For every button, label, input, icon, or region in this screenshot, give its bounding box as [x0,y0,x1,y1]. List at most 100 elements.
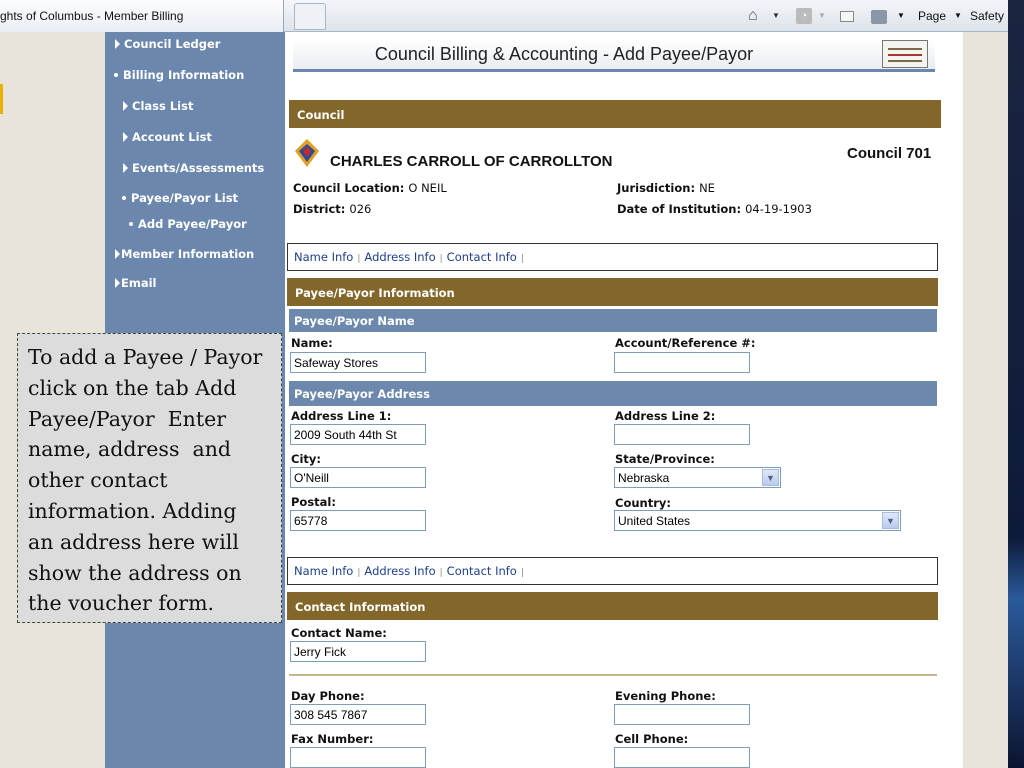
bullet-icon [114,73,118,77]
tab-contact-info[interactable]: Contact Info [447,250,517,264]
callout-line: other contact [28,468,168,493]
jurisdiction-label: Jurisdiction: NE [617,181,715,195]
chevron-down-icon[interactable]: ▼ [882,512,899,529]
council-section-header: Council [289,100,941,128]
council-number: Council 701 [847,145,932,162]
sidebar-item-member-information[interactable]: Member Information [115,247,254,261]
jurisdiction-value: NE [699,181,715,195]
account-reference-label: Account/Reference #: [615,336,756,350]
edge-accent [0,84,3,114]
country-select[interactable]: United States ▼ [614,510,901,531]
section-tab-nav: Name Info | Address Info | Contact Info | [287,243,938,271]
callout-line: the voucher form. [28,591,215,616]
sidebar-item-billing-information[interactable]: Billing Information [114,68,244,82]
browser-toolbar: ghts of Columbus - Member Billing ⌂ ▼ ◔ … [0,0,1008,32]
callout-line: information. Adding [28,498,237,523]
sidebar-item-council-ledger[interactable]: Council Ledger [115,37,220,51]
callout-line: an address here will [28,529,239,554]
section-tab-nav-2: Name Info | Address Info | Contact Info | [287,557,938,585]
page-title: Council Billing & Accounting - Add Payee… [374,44,754,64]
feeds-icon[interactable]: ◔ [796,8,812,24]
evening-phone-label: Evening Phone: [615,689,716,703]
institution-date-value: 04-19-1903 [745,202,812,216]
divider [289,674,937,676]
home-dropdown-icon[interactable]: ▼ [772,5,780,27]
arrow-right-icon [115,249,120,259]
callout-line: Payee/Payor Enter [28,406,227,431]
browser-tab[interactable]: ghts of Columbus - Member Billing [0,0,284,32]
arrow-right-icon [123,163,128,173]
state-province-select[interactable]: Nebraska ▼ [614,467,781,488]
council-emblem-icon [295,139,319,167]
tab-contact-info[interactable]: Contact Info [447,564,517,578]
payee-name-subheader: Payee/Payor Name [289,309,937,332]
mail-icon[interactable] [840,11,854,22]
payee-section-header: Payee/Payor Information [287,278,938,306]
new-tab-button[interactable] [294,3,326,30]
cell-phone-label: Cell Phone: [615,732,689,746]
fax-number-input[interactable] [290,747,426,768]
page-header: Council Billing & Accounting - Add Payee… [293,40,935,72]
arrow-right-icon [115,39,120,49]
city-input[interactable]: O'Neill [290,467,426,488]
account-reference-input[interactable] [614,352,750,373]
feeds-dropdown-icon[interactable]: ▼ [818,5,826,27]
fax-number-label: Fax Number: [291,732,374,746]
address-line2-label: Address Line 2: [615,409,716,423]
print-icon[interactable] [871,10,887,24]
print-dropdown-icon[interactable]: ▼ [897,5,905,27]
day-phone-label: Day Phone: [291,689,365,703]
callout-line: To add a Payee / Payor [28,345,263,369]
chevron-down-icon[interactable]: ▼ [762,469,779,486]
arrow-right-icon [115,278,120,288]
payee-address-subheader: Payee/Payor Address [289,381,937,406]
state-province-label: State/Province: [615,452,715,466]
contact-section-header: Contact Information [287,592,938,620]
tab-name-info[interactable]: Name Info [294,250,353,264]
city-label: City: [291,452,321,466]
address-line2-input[interactable] [614,424,750,445]
contact-name-label: Contact Name: [291,626,387,640]
callout-line: name, address and [28,437,232,462]
sidebar-item-add-payee-payor[interactable]: Add Payee/Payor [129,217,247,231]
browser-tab-title: ghts of Columbus - Member Billing [0,9,184,23]
address-line1-label: Address Line 1: [291,409,392,423]
tab-name-info[interactable]: Name Info [294,564,353,578]
council-name: CHARLES CARROLL OF CARROLLTON [330,153,613,170]
district-label: District: 026 [293,202,372,216]
name-label: Name: [291,336,333,350]
instruction-callout: To add a Payee / Payor click on the tab … [17,333,282,623]
arrow-right-icon [123,132,128,142]
bullet-icon [129,222,133,226]
contact-name-input[interactable]: Jerry Fick [290,641,426,662]
sidebar-item-payee-payor-list[interactable]: Payee/Payor List [122,191,238,205]
country-label: Country: [615,496,671,510]
page-menu-button[interactable]: Page [918,5,946,27]
district-value: 026 [349,202,372,216]
safety-menu-button[interactable]: Safety [970,5,1004,27]
sidebar-item-class-list[interactable]: Class List [123,99,193,113]
page-dropdown-icon[interactable]: ▼ [954,5,962,27]
postal-input[interactable]: 65778 [290,510,426,531]
postal-label: Postal: [291,495,336,509]
callout-line: click on the tab Add [28,375,237,400]
bullet-icon [122,196,126,200]
council-location-label: Council Location: O NEIL [293,181,447,195]
tab-address-info[interactable]: Address Info [364,564,435,578]
sidebar-item-account-list[interactable]: Account List [123,130,212,144]
evening-phone-input[interactable] [614,704,750,725]
council-location-value: O NEIL [408,181,447,195]
day-phone-input[interactable]: 308 545 7867 [290,704,426,725]
slide-edge-decoration [1008,0,1024,768]
name-input[interactable]: Safeway Stores [290,352,426,373]
arrow-right-icon [123,101,128,111]
ledger-icon [882,40,928,68]
sidebar-item-events-assessments[interactable]: Events/Assessments [123,161,264,175]
callout-line: show the address on [28,560,242,585]
institution-date-label: Date of Institution: 04-19-1903 [617,202,812,216]
cell-phone-input[interactable] [614,747,750,768]
address-line1-input[interactable]: 2009 South 44th St [290,424,426,445]
tab-address-info[interactable]: Address Info [364,250,435,264]
home-icon[interactable]: ⌂ [748,5,770,27]
sidebar-item-email[interactable]: Email [115,276,156,290]
